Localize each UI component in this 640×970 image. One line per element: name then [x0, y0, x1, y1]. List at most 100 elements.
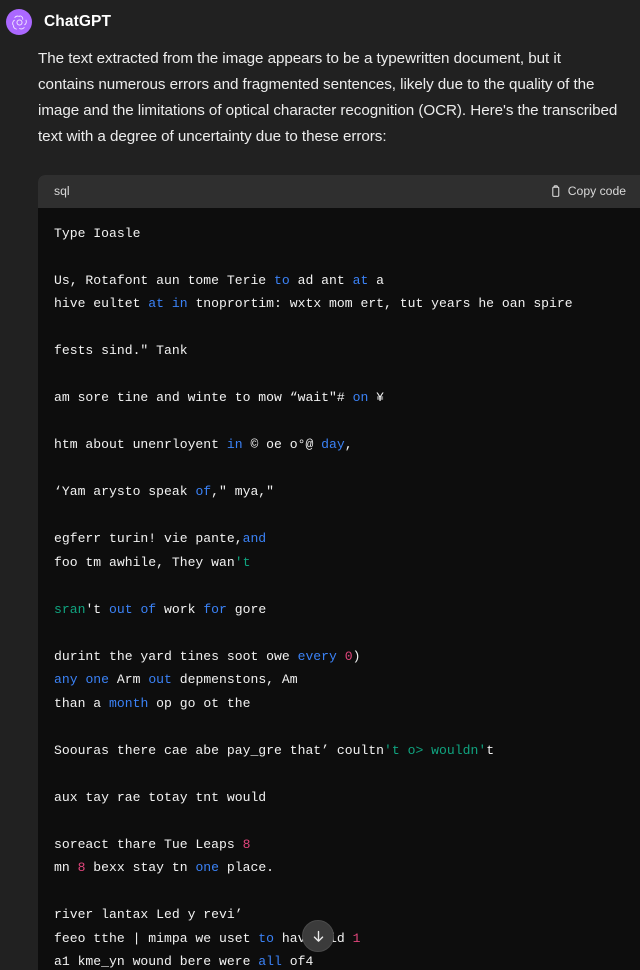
code-token: fests sind." Tank — [54, 343, 188, 359]
copy-code-label: Copy code — [567, 184, 626, 199]
code-line: hive eultet at in tnoprortim: wxtx mom e… — [38, 292, 640, 316]
code-token: a — [368, 272, 385, 288]
code-line: am sore tine and winte to mow “wait"# on… — [38, 386, 640, 410]
code-token: bexx stay tn — [85, 860, 196, 876]
code-line: htm about unenrloyent in © oe o°@ day, — [38, 433, 640, 457]
code-token: hive eultet — [54, 296, 149, 312]
clipboard-icon — [549, 184, 562, 198]
code-token: ¥ — [368, 390, 385, 406]
code-token: 0 — [344, 648, 353, 664]
code-token: ," mya," — [211, 484, 275, 500]
code-token: work — [156, 601, 204, 617]
code-token: one — [85, 672, 110, 688]
code-token: of — [195, 484, 212, 500]
code-line: Soouras there cae abe pay_gre that’ coul… — [38, 739, 640, 763]
code-token: depmenstons, Am — [171, 672, 298, 688]
code-token: of4 — [281, 954, 314, 970]
code-token: © oe o°@ — [242, 437, 322, 453]
code-line: soreact thare Tue Leaps 8 — [38, 833, 640, 857]
message-body: The text extracted from the image appear… — [0, 36, 640, 151]
code-token: out — [148, 672, 172, 688]
code-token: 8 — [242, 836, 251, 852]
code-token: 't o> wouldn' — [384, 742, 487, 758]
code-token: sran — [54, 601, 86, 617]
intro-paragraph: The text extracted from the image appear… — [38, 50, 618, 146]
code-token: a1 kme_yn wound bere were — [54, 954, 259, 970]
code-token: ad ant — [289, 272, 353, 288]
code-line: Type Ioasle — [38, 222, 640, 246]
code-content[interactable]: Type Ioasle Us, Rotafont aun tome Terie … — [38, 207, 640, 970]
code-token: every — [297, 648, 337, 664]
code-line: durint the yard tines soot owe every 0) — [38, 645, 640, 669]
code-token: aux tay rae totay tnt would — [54, 789, 267, 805]
code-token: day — [321, 437, 345, 453]
code-line: any one Arm out depmenstons, Am — [38, 668, 640, 692]
code-line: Us, Rotafont aun tome Terie to ad ant at… — [38, 269, 640, 293]
code-token: and — [242, 531, 267, 547]
code-block: sql Copy code Type Ioasle Us, Rotafont a… — [38, 174, 640, 970]
code-language-label: sql — [54, 184, 70, 199]
code-token: 't — [234, 554, 251, 570]
code-line: sran't out of work for gore — [38, 598, 640, 622]
author-name: ChatGPT — [44, 13, 112, 31]
code-token: ‘Yam arysto speak — [54, 484, 196, 500]
code-token: t — [486, 742, 495, 758]
code-token: 't — [85, 601, 102, 617]
code-token: op go ot the — [148, 695, 251, 711]
code-token: any — [54, 672, 78, 688]
code-token: , — [344, 437, 353, 453]
code-token: of — [140, 601, 157, 617]
openai-logo-icon — [11, 14, 28, 31]
avatar — [6, 9, 32, 35]
message-header: ChatGPT — [0, 8, 640, 36]
code-line: feeo tthe | mimpa we uset to have,did 1 — [38, 927, 640, 951]
code-token: at — [148, 296, 165, 312]
code-token: soreact thare Tue Leaps — [54, 836, 243, 852]
code-token: tnoprortim: wxtx mom ert, tut years he o… — [187, 296, 573, 312]
code-token: durint the yard tines soot owe — [54, 648, 298, 664]
code-token: river lantax Led y revi’ — [54, 907, 243, 923]
code-token: on — [352, 390, 369, 406]
assistant-message: ChatGPT The text extracted from the imag… — [0, 0, 640, 970]
code-token: foo tm awhile, They wan — [54, 554, 235, 570]
code-token: out — [109, 601, 133, 617]
code-token: at — [352, 272, 369, 288]
code-line: egferr turin! vie pante,and — [38, 527, 640, 551]
code-line: foo tm awhile, They wan't — [38, 551, 640, 575]
scroll-to-bottom-button[interactable] — [302, 920, 334, 952]
code-token: one — [195, 860, 220, 876]
code-token: month — [109, 695, 149, 711]
code-line: a1 kme_yn wound bere were all of4 — [38, 950, 640, 970]
code-token: to — [274, 272, 290, 288]
code-token: all — [258, 954, 282, 970]
code-token: feeo tthe | mimpa we uset — [54, 930, 259, 946]
code-token: am sore tine and winte to mow “wait"# — [54, 390, 353, 406]
code-token: Us, Rotafont aun tome Terie — [54, 272, 275, 288]
code-token: Arm — [109, 672, 149, 688]
code-token: gore — [226, 601, 267, 617]
copy-code-button[interactable]: Copy code — [549, 184, 626, 198]
code-token: than a — [54, 695, 110, 711]
code-line: mn 8 bexx stay tn one place. — [38, 856, 640, 880]
arrow-down-icon — [311, 929, 326, 944]
code-token: place. — [219, 860, 275, 876]
code-line: aux tay rae totay tnt would — [38, 786, 640, 810]
code-block-header: sql Copy code — [38, 174, 640, 208]
code-line: than a month op go ot the — [38, 692, 640, 716]
code-line: ‘Yam arysto speak of," mya," — [38, 480, 640, 504]
code-line: fests sind." Tank — [38, 339, 640, 363]
code-token: Type Ioasle — [54, 225, 141, 241]
